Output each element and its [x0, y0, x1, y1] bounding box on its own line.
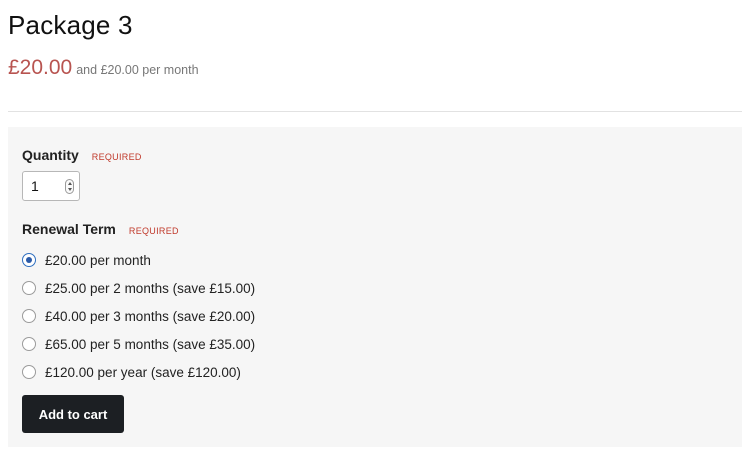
product-price: £20.00 [8, 56, 73, 79]
quantity-label: Quantity [22, 147, 79, 163]
renewal-option-3[interactable]: £40.00 per 3 months (save £20.00) [22, 307, 255, 325]
renewal-option-label: £20.00 per month [45, 252, 151, 268]
radio-icon[interactable] [22, 365, 36, 379]
divider [8, 111, 742, 112]
add-to-cart-button[interactable]: Add to cart [22, 395, 124, 433]
quantity-required-badge: REQUIRED [91, 152, 142, 162]
renewal-option-2[interactable]: £25.00 per 2 months (save £15.00) [22, 279, 255, 297]
product-title: Package 3 [8, 10, 133, 40]
radio-icon[interactable] [22, 309, 36, 323]
renewal-option-label: £25.00 per 2 months (save £15.00) [45, 280, 256, 296]
quantity-stepper[interactable]: 1 [22, 171, 80, 201]
quantity-label-row: Quantity REQUIRED [22, 147, 142, 163]
renewal-label-row: Renewal Term REQUIRED [22, 221, 179, 237]
radio-icon[interactable] [22, 337, 36, 351]
renewal-option-label: £65.00 per 5 months (save £35.00) [45, 336, 256, 352]
renewal-option-1[interactable]: £20.00 per month [22, 251, 151, 269]
renewal-option-label: £120.00 per year (save £120.00) [45, 364, 241, 380]
price-row: £20.00 and £20.00 per month [8, 56, 199, 80]
renewal-term-label: Renewal Term [22, 221, 116, 237]
renewal-option-5[interactable]: £120.00 per year (save £120.00) [22, 363, 241, 381]
radio-selected-icon[interactable] [22, 253, 36, 267]
price-note: and £20.00 per month [76, 63, 199, 77]
quantity-value: 1 [31, 178, 39, 194]
purchase-form: Quantity REQUIRED 1 Renewal Term REQUIRE… [8, 127, 742, 447]
spinner-arrows-icon[interactable] [65, 179, 74, 194]
renewal-required-badge: REQUIRED [128, 226, 179, 236]
radio-icon[interactable] [22, 281, 36, 295]
renewal-option-4[interactable]: £65.00 per 5 months (save £35.00) [22, 335, 255, 353]
renewal-option-label: £40.00 per 3 months (save £20.00) [45, 308, 256, 324]
